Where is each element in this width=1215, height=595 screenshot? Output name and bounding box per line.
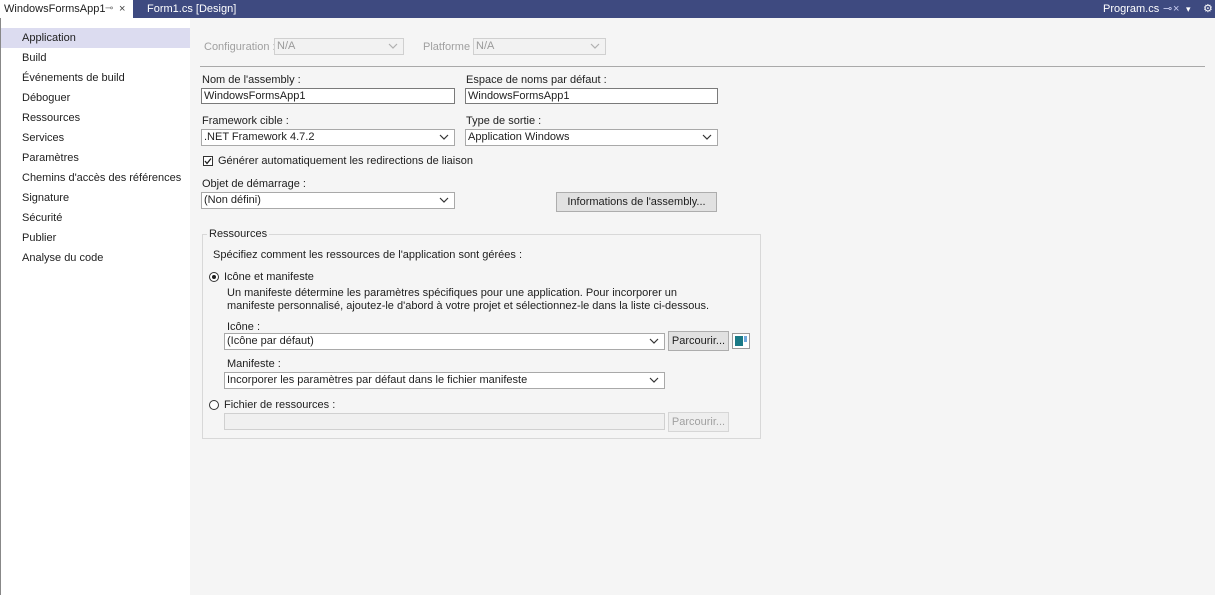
platform-label: Platforme :: [423, 41, 477, 53]
sidebar-item-build-events[interactable]: Événements de build: [1, 68, 190, 88]
close-preview-icon[interactable]: ×: [1173, 0, 1179, 18]
chevron-down-icon: [590, 43, 600, 49]
config-separator: [200, 66, 1205, 67]
target-framework-value: .NET Framework 4.7.2: [204, 131, 315, 143]
startup-object-label: Objet de démarrage :: [202, 178, 306, 190]
radio-selected-dot: [212, 275, 216, 279]
manifest-help-line-1: Un manifeste détermine les paramètres sp…: [227, 287, 678, 299]
tab-program-cs-label: Program.cs: [1103, 3, 1160, 15]
resource-file-label: Fichier de ressources :: [224, 399, 336, 411]
sidebar-item-security[interactable]: Sécurité: [1, 208, 190, 228]
icon-value: (Icône par défaut): [227, 335, 314, 347]
sidebar-item-debug[interactable]: Déboguer: [1, 88, 190, 108]
chevron-down-icon: [388, 43, 398, 49]
sidebar-item-services[interactable]: Services: [1, 128, 190, 148]
sidebar-item-publish[interactable]: Publier: [1, 228, 190, 248]
manifest-dropdown[interactable]: Incorporer les paramètres par défaut dan…: [224, 372, 665, 389]
startup-object-dropdown[interactable]: (Non défini): [201, 192, 455, 209]
resource-file-browse-button: Parcourir...: [668, 412, 729, 432]
default-namespace-input[interactable]: WindowsFormsApp1: [465, 88, 718, 104]
document-tab-bar: WindowsFormsApp1 ⊸ × Form1.cs [Design] P…: [0, 0, 1215, 18]
chevron-down-icon: [439, 197, 449, 203]
checkmark-icon: [204, 158, 212, 165]
manifest-label: Manifeste :: [227, 358, 281, 370]
sidebar-item-code-analysis[interactable]: Analyse du code: [1, 248, 190, 268]
auto-redirects-label: Générer automatiquement les redirections…: [218, 155, 473, 167]
icon-dropdown[interactable]: (Icône par défaut): [224, 333, 665, 350]
tab-project-properties[interactable]: WindowsFormsApp1 ⊸ ×: [0, 0, 133, 18]
startup-object-value: (Non défini): [204, 194, 261, 206]
default-namespace-label: Espace de noms par défaut :: [466, 74, 607, 86]
tab-form-design[interactable]: Form1.cs [Design]: [147, 0, 236, 18]
application-page: Configuration : N/A Platforme : N/A Nom …: [190, 18, 1215, 595]
chevron-down-icon: [649, 338, 659, 344]
sidebar-item-build[interactable]: Build: [1, 48, 190, 68]
output-type-dropdown[interactable]: Application Windows: [465, 129, 718, 146]
chevron-down-icon: [649, 377, 659, 383]
resource-file-input: [224, 413, 665, 430]
pin-icon[interactable]: ⊸: [105, 0, 113, 18]
assembly-name-label: Nom de l'assembly :: [202, 74, 301, 86]
resources-description: Spécifiez comment les ressources de l'ap…: [213, 249, 523, 261]
configuration-label: Configuration :: [204, 41, 276, 53]
sidebar-item-settings[interactable]: Paramètres: [1, 148, 190, 168]
preview-pin-icon[interactable]: ⊸: [1163, 0, 1172, 18]
target-framework-dropdown[interactable]: .NET Framework 4.7.2: [201, 129, 455, 146]
target-framework-label: Framework cible :: [202, 115, 289, 127]
gear-icon[interactable]: ⚙: [1203, 0, 1213, 18]
tab-project-properties-label: WindowsFormsApp1: [4, 3, 106, 15]
sidebar-item-resources[interactable]: Ressources: [1, 108, 190, 128]
tab-dropdown-icon[interactable]: ▾: [1186, 0, 1191, 18]
chevron-down-icon: [439, 134, 449, 140]
output-type-value: Application Windows: [468, 131, 570, 143]
assembly-information-button[interactable]: Informations de l'assembly...: [556, 192, 717, 212]
icon-label: Icône :: [227, 321, 261, 333]
manifest-value: Incorporer les paramètres par défaut dan…: [227, 374, 528, 386]
configuration-value: N/A: [277, 40, 296, 52]
application-icon-preview: [732, 333, 750, 349]
sidebar-item-reference-paths[interactable]: Chemins d'accès des références: [1, 168, 190, 188]
icon-browse-button[interactable]: Parcourir...: [668, 331, 729, 351]
output-type-label: Type de sortie :: [466, 115, 542, 127]
configuration-dropdown: N/A: [274, 38, 404, 55]
resource-file-radio[interactable]: [209, 400, 219, 410]
resources-group-title: Ressources: [207, 228, 270, 240]
manifest-help-line-2: manifeste personnalisé, ajoutez-le d'abo…: [227, 300, 710, 312]
icon-manifest-radio[interactable]: [209, 272, 219, 282]
platform-value: N/A: [476, 40, 495, 52]
chevron-down-icon: [702, 134, 712, 140]
platform-dropdown: N/A: [473, 38, 606, 55]
sidebar-item-signing[interactable]: Signature: [1, 188, 190, 208]
close-icon[interactable]: ×: [119, 0, 125, 18]
assembly-name-input[interactable]: WindowsFormsApp1: [201, 88, 455, 104]
properties-sidebar: Application Build Événements de build Dé…: [1, 18, 190, 595]
sidebar-item-application[interactable]: Application: [1, 28, 190, 48]
icon-manifest-label: Icône et manifeste: [224, 271, 314, 283]
auto-redirects-checkbox[interactable]: [203, 156, 213, 166]
